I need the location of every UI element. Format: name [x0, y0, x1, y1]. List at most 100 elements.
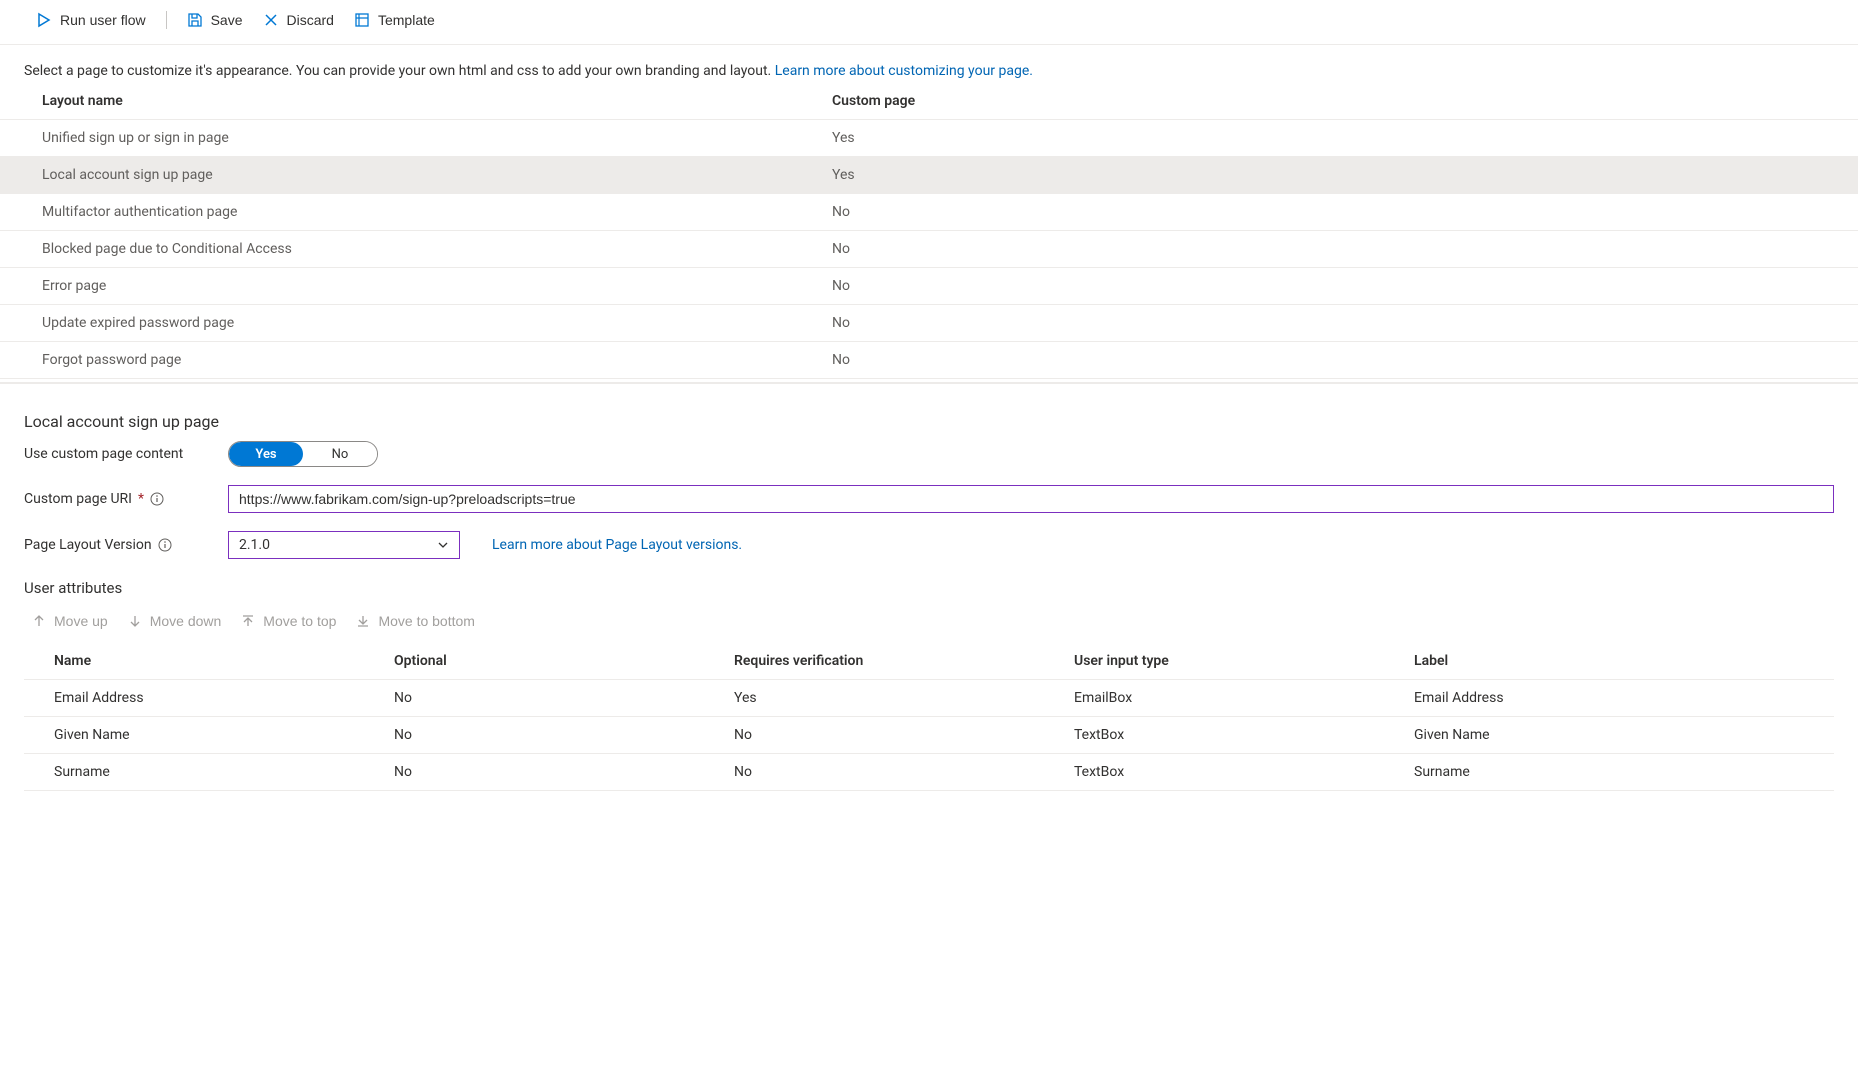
attr-name: Surname	[54, 764, 394, 780]
version-label: Page Layout Version	[24, 537, 210, 553]
detail-title: Local account sign up page	[24, 412, 1834, 431]
version-select[interactable]: 2.1.0	[228, 531, 460, 559]
layout-row[interactable]: Update expired password page No	[0, 305, 1858, 342]
attr-input: TextBox	[1074, 727, 1414, 743]
attribute-row[interactable]: Given Name No No TextBox Given Name	[24, 717, 1834, 754]
toggle-yes[interactable]: Yes	[229, 442, 303, 466]
attribute-row[interactable]: Email Address No Yes EmailBox Email Addr…	[24, 680, 1834, 717]
layout-row[interactable]: Blocked page due to Conditional Access N…	[0, 231, 1858, 268]
layout-name: Multifactor authentication page	[42, 204, 832, 220]
attr-label: Surname	[1414, 764, 1834, 780]
attributes-table: Name Optional Requires verification User…	[24, 643, 1834, 791]
layout-custom: No	[832, 352, 1834, 368]
attr-name: Given Name	[54, 727, 394, 743]
move-bottom-label: Move to bottom	[378, 613, 475, 629]
col-verify: Requires verification	[734, 653, 1074, 669]
attr-label: Email Address	[1414, 690, 1834, 706]
attr-verify: No	[734, 764, 1074, 780]
save-label: Save	[211, 12, 243, 28]
move-top-button[interactable]: Move to top	[241, 613, 336, 629]
info-icon[interactable]	[150, 492, 164, 506]
col-custom-page: Custom page	[832, 93, 1834, 109]
move-up-label: Move up	[54, 613, 108, 629]
layout-custom: Yes	[832, 167, 1834, 183]
layout-custom: No	[832, 241, 1834, 257]
template-button[interactable]: Template	[346, 8, 443, 32]
custom-uri-input[interactable]	[228, 485, 1834, 513]
layout-custom: No	[832, 315, 1834, 331]
layout-name: Blocked page due to Conditional Access	[42, 241, 832, 257]
arrow-down-icon	[128, 614, 142, 628]
attributes-toolbar: Move up Move down Move to top Move to bo…	[24, 609, 1834, 643]
intro-body: Select a page to customize it's appearan…	[24, 63, 775, 79]
layout-name: Update expired password page	[42, 315, 832, 331]
arrow-top-icon	[241, 614, 255, 628]
toolbar-separator	[166, 11, 167, 29]
layouts-table: Layout name Custom page Unified sign up …	[0, 83, 1858, 379]
template-label: Template	[378, 12, 435, 28]
discard-label: Discard	[287, 12, 334, 28]
layouts-header-row: Layout name Custom page	[0, 83, 1858, 120]
attr-input: EmailBox	[1074, 690, 1414, 706]
chevron-down-icon	[437, 539, 449, 551]
custom-uri-row: Custom page URI *	[24, 485, 1834, 513]
move-top-label: Move to top	[263, 613, 336, 629]
version-value: 2.1.0	[239, 537, 270, 553]
col-input: User input type	[1074, 653, 1414, 669]
layout-name: Unified sign up or sign in page	[42, 130, 832, 146]
attr-name: Email Address	[54, 690, 394, 706]
template-icon	[354, 12, 370, 28]
toggle-no[interactable]: No	[303, 442, 377, 466]
use-custom-toggle[interactable]: Yes No	[228, 441, 378, 467]
close-icon	[263, 12, 279, 28]
required-asterisk: *	[138, 491, 144, 507]
custom-uri-label: Custom page URI *	[24, 491, 210, 507]
learn-more-link[interactable]: Learn more about customizing your page.	[775, 63, 1033, 79]
move-down-button[interactable]: Move down	[128, 613, 222, 629]
arrow-up-icon	[32, 614, 46, 628]
attr-verify: Yes	[734, 690, 1074, 706]
attr-optional: No	[394, 727, 734, 743]
info-icon[interactable]	[158, 538, 172, 552]
attr-optional: No	[394, 764, 734, 780]
move-down-label: Move down	[150, 613, 222, 629]
attr-label: Given Name	[1414, 727, 1834, 743]
run-user-flow-button[interactable]: Run user flow	[28, 8, 154, 32]
run-label: Run user flow	[60, 12, 146, 28]
play-icon	[36, 12, 52, 28]
layout-row[interactable]: Forgot password page No	[0, 342, 1858, 379]
save-icon	[187, 12, 203, 28]
layout-row[interactable]: Local account sign up page Yes	[0, 157, 1858, 194]
discard-button[interactable]: Discard	[255, 8, 342, 32]
attributes-header-row: Name Optional Requires verification User…	[24, 643, 1834, 680]
intro-text: Select a page to customize it's appearan…	[0, 45, 1858, 79]
layout-custom: No	[832, 204, 1834, 220]
col-name: Name	[54, 653, 394, 669]
version-row: Page Layout Version 2.1.0 Learn more abo…	[24, 531, 1834, 559]
use-custom-label: Use custom page content	[24, 446, 210, 462]
layout-custom: Yes	[832, 130, 1834, 146]
col-optional: Optional	[394, 653, 734, 669]
layout-name: Error page	[42, 278, 832, 294]
use-custom-row: Use custom page content Yes No	[24, 441, 1834, 467]
version-learn-link[interactable]: Learn more about Page Layout versions.	[492, 537, 742, 553]
layout-name: Forgot password page	[42, 352, 832, 368]
attribute-row[interactable]: Surname No No TextBox Surname	[24, 754, 1834, 791]
layout-row[interactable]: Multifactor authentication page No	[0, 194, 1858, 231]
col-label: Label	[1414, 653, 1834, 669]
user-attributes-title: User attributes	[24, 579, 1834, 597]
layout-custom: No	[832, 278, 1834, 294]
save-button[interactable]: Save	[179, 8, 251, 32]
col-layout-name: Layout name	[42, 93, 832, 109]
layout-row[interactable]: Error page No	[0, 268, 1858, 305]
attr-optional: No	[394, 690, 734, 706]
command-bar: Run user flow Save Discard Template	[0, 0, 1858, 45]
version-label-text: Page Layout Version	[24, 537, 152, 553]
layout-row[interactable]: Unified sign up or sign in page Yes	[0, 120, 1858, 157]
move-up-button[interactable]: Move up	[32, 613, 108, 629]
move-bottom-button[interactable]: Move to bottom	[356, 613, 475, 629]
arrow-bottom-icon	[356, 614, 370, 628]
attr-input: TextBox	[1074, 764, 1414, 780]
detail-panel: Local account sign up page Use custom pa…	[0, 382, 1858, 791]
attr-verify: No	[734, 727, 1074, 743]
